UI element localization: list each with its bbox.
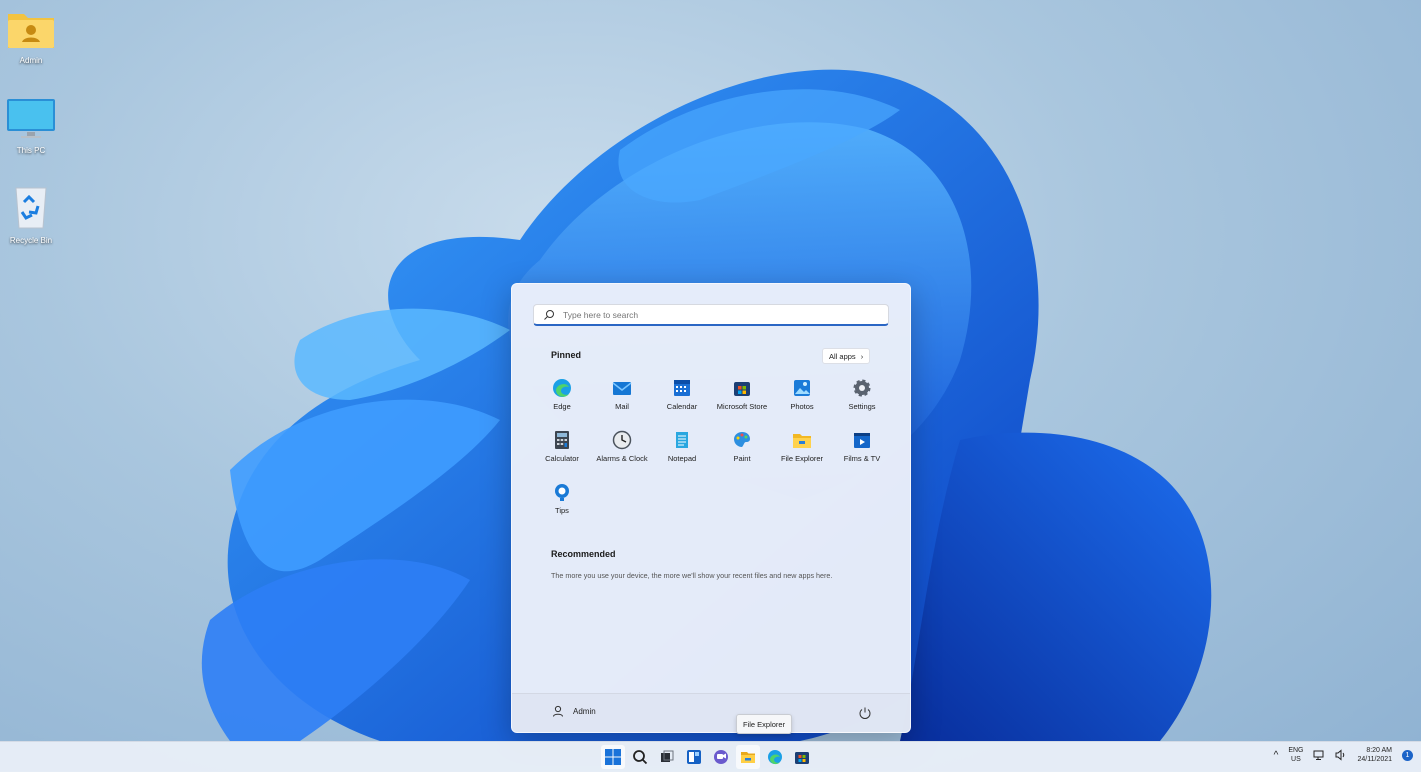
widgets-icon	[687, 750, 701, 764]
all-apps-label: All apps	[829, 351, 856, 361]
gear-icon	[853, 379, 871, 397]
network-icon[interactable]	[1313, 749, 1325, 761]
language-label: ENG	[1288, 747, 1304, 754]
taskbar: ^ ENG US 8:20 AM 24/11/2021 1	[0, 741, 1421, 772]
pinned-app-calendar[interactable]: Calendar	[652, 376, 712, 428]
pinned-app-paint[interactable]: Paint	[712, 428, 772, 480]
language-indicator[interactable]: ENG US	[1288, 746, 1303, 764]
app-name: Paint	[733, 454, 751, 463]
calculator-icon	[555, 431, 569, 449]
start-icon	[605, 749, 621, 765]
pinned-title: Pinned	[551, 350, 582, 360]
app-name: Photos	[790, 402, 814, 411]
pinned-app-tips[interactable]: Tips	[532, 480, 592, 532]
volume-icon[interactable]	[1335, 749, 1347, 761]
mail-icon	[612, 382, 632, 395]
monitor-icon	[7, 99, 55, 138]
store-taskbar-button[interactable]	[790, 745, 814, 769]
pinned-app-settings[interactable]: Settings	[832, 376, 892, 428]
pinned-app-mail[interactable]: Mail	[592, 376, 652, 428]
edge-icon	[768, 750, 782, 765]
file-explorer-icon	[741, 752, 755, 763]
task-view-icon	[661, 750, 674, 762]
desktop-icon-this-pc[interactable]: This PC	[4, 98, 58, 155]
desktop-icon-label: Recycle Bin	[9, 236, 53, 245]
clock-date: 24/11/2021	[1357, 756, 1392, 763]
desktop-icon-admin[interactable]: Admin	[4, 10, 58, 65]
tips-icon	[555, 484, 569, 501]
search-icon	[544, 309, 554, 320]
system-tray: ^ ENG US 8:20 AM 24/11/2021 1	[1274, 746, 1413, 764]
app-name: Mail	[615, 402, 629, 411]
desktop-icon-label: This PC	[16, 146, 46, 155]
chat-icon	[714, 750, 728, 764]
recycle-bin-icon	[15, 187, 47, 229]
chevron-up-icon[interactable]: ^	[1274, 750, 1279, 761]
edge-taskbar-button[interactable]	[763, 745, 787, 769]
start-menu: Pinned All apps › Edge Mail Calendar	[511, 283, 911, 733]
clock-icon	[612, 430, 632, 450]
app-name: Notepad	[667, 454, 697, 463]
user-folder-icon	[8, 14, 54, 48]
pinned-grid: Edge Mail Calendar Microsoft Store Photo…	[532, 376, 892, 532]
start-button[interactable]	[601, 745, 625, 769]
paint-icon	[734, 432, 750, 447]
widgets-button[interactable]	[682, 745, 706, 769]
taskbar-search-button[interactable]	[628, 745, 652, 769]
chat-button[interactable]	[709, 745, 733, 769]
clock-time: 8:20 AM	[1366, 747, 1392, 754]
start-footer: Admin	[512, 693, 910, 732]
pinned-app-edge[interactable]: Edge	[532, 376, 592, 428]
file-explorer-button[interactable]	[736, 745, 760, 769]
taskbar-apps	[601, 745, 814, 769]
user-icon	[553, 705, 563, 717]
chevron-right-icon: ›	[860, 351, 864, 361]
store-icon	[734, 382, 750, 396]
region-label: US	[1291, 756, 1301, 763]
edge-icon	[553, 379, 571, 397]
photos-icon	[794, 380, 810, 396]
pinned-app-films-tv[interactable]: Films & TV	[832, 428, 892, 480]
user-account-button[interactable]: Admin	[552, 705, 596, 717]
pinned-app-alarms-clock[interactable]: Alarms & Clock	[592, 428, 652, 480]
notification-badge[interactable]: 1	[1402, 749, 1413, 761]
films-icon	[854, 433, 870, 448]
power-icon[interactable]	[858, 706, 872, 720]
clock[interactable]: 8:20 AM 24/11/2021	[1357, 746, 1392, 764]
desktop-icon-recycle-bin[interactable]: Recycle Bin	[4, 184, 58, 245]
pinned-app-file-explorer[interactable]: File Explorer	[772, 428, 832, 480]
pinned-app-calculator[interactable]: Calculator	[532, 428, 592, 480]
calendar-icon	[674, 380, 690, 396]
app-name: Settings	[848, 402, 876, 411]
search-input[interactable]	[561, 308, 865, 321]
app-name: Calculator	[545, 454, 579, 463]
app-name: Microsoft Store	[716, 402, 768, 411]
tooltip: File Explorer	[736, 714, 793, 734]
all-apps-button[interactable]: All apps ›	[822, 348, 871, 364]
start-search-box[interactable]	[533, 304, 889, 326]
app-name: Films & TV	[843, 454, 881, 463]
pinned-app-microsoft-store[interactable]: Microsoft Store	[712, 376, 772, 428]
app-name: Edge	[553, 402, 571, 411]
app-name: Alarms & Clock	[596, 454, 648, 463]
task-view-button[interactable]	[655, 745, 679, 769]
recommended-title: Recommended	[551, 549, 616, 559]
user-name: Admin	[573, 706, 596, 716]
search-icon	[633, 750, 648, 765]
notepad-icon	[676, 432, 688, 448]
pinned-app-notepad[interactable]: Notepad	[652, 428, 712, 480]
app-name: Calendar	[666, 402, 698, 411]
pinned-app-photos[interactable]: Photos	[772, 376, 832, 428]
store-icon	[795, 752, 809, 764]
app-name: Tips	[555, 506, 569, 515]
desktop-icon-label: Admin	[19, 56, 43, 65]
app-name: File Explorer	[780, 454, 824, 463]
folder-icon	[793, 434, 811, 448]
recommended-message: The more you use your device, the more w…	[551, 571, 833, 580]
